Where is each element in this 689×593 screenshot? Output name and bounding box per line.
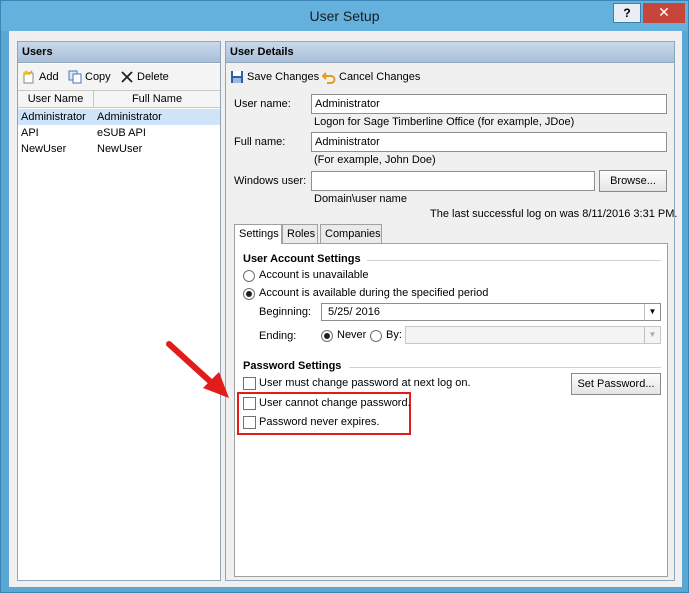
column-user-name[interactable]: User Name <box>18 91 94 108</box>
cell-full-name: Administrator <box>97 111 162 123</box>
cell-full-name: NewUser <box>97 143 143 155</box>
must-change-password-checkbox[interactable] <box>243 377 256 390</box>
save-changes-button[interactable]: Save Changes <box>230 69 319 85</box>
tab-companies[interactable]: Companies <box>320 224 382 243</box>
beginning-date-picker[interactable]: 5/25/ 2016 ▼ <box>321 303 661 321</box>
delete-label: Delete <box>137 71 169 83</box>
title-bar[interactable]: User Setup ? ✕ <box>1 1 688 31</box>
section-divider <box>349 367 661 368</box>
user-setup-window: User Setup ? ✕ Users Add Copy Delete Use… <box>0 0 689 593</box>
set-password-button[interactable]: Set Password... <box>571 373 661 395</box>
add-icon <box>23 70 34 84</box>
help-button[interactable]: ? <box>613 3 641 23</box>
tab-settings[interactable]: Settings <box>234 224 282 244</box>
details-toolbar: Save Changes Cancel Changes <box>226 64 674 90</box>
ending-label: Ending: <box>259 330 297 342</box>
chevron-down-icon[interactable]: ▼ <box>644 327 660 343</box>
username-hint: Logon for Sage Timberline Office (for ex… <box>314 116 575 128</box>
cancel-changes-label: Cancel Changes <box>339 71 421 83</box>
windows-user-hint: Domain\user name <box>314 193 407 205</box>
password-never-expires-checkbox[interactable] <box>243 416 256 429</box>
chevron-down-icon[interactable]: ▼ <box>644 304 660 320</box>
cancel-changes-button[interactable]: Cancel Changes <box>322 69 420 85</box>
users-panel: Users Add Copy Delete User Name Full Nam… <box>17 41 221 581</box>
add-label: Add <box>39 71 59 83</box>
ending-by-label: By: <box>386 329 402 341</box>
username-label: User name: <box>234 98 291 110</box>
password-never-expires-label: Password never expires. <box>259 416 380 428</box>
save-icon <box>231 71 243 84</box>
client-area: Users Add Copy Delete User Name Full Nam… <box>9 31 682 587</box>
close-button[interactable]: ✕ <box>643 3 685 23</box>
cannot-change-password-label: User cannot change password. <box>259 397 411 409</box>
fullname-input[interactable]: Administrator <box>311 132 667 152</box>
windows-user-label: Windows user: <box>234 175 307 187</box>
ending-date-picker[interactable]: ▼ <box>405 326 661 344</box>
cell-full-name: eSUB API <box>97 127 146 139</box>
undo-icon <box>322 72 336 85</box>
settings-tab-content: User Account Settings Account is unavail… <box>234 243 668 577</box>
beginning-date-value: 5/25/ 2016 <box>328 306 380 318</box>
window-title: User Setup <box>309 8 380 24</box>
add-user-button[interactable]: Add <box>22 69 59 85</box>
user-details-panel: User Details Save Changes Cancel Changes… <box>225 41 678 581</box>
column-full-name[interactable]: Full Name <box>94 91 220 108</box>
table-row[interactable]: Administrator Administrator <box>18 109 220 125</box>
ending-by-radio[interactable] <box>370 330 382 342</box>
account-available-period-radio[interactable] <box>243 288 255 300</box>
cell-user-name: API <box>21 127 39 139</box>
cell-user-name: NewUser <box>21 143 67 155</box>
save-changes-label: Save Changes <box>247 71 320 83</box>
windows-user-input[interactable] <box>311 171 595 191</box>
copy-label: Copy <box>85 71 111 83</box>
table-row[interactable]: API eSUB API <box>18 125 220 141</box>
copy-icon <box>68 70 82 84</box>
beginning-label: Beginning: <box>259 306 311 318</box>
account-unavailable-radio[interactable] <box>243 270 255 282</box>
details-tabs: Settings Roles Companies <box>234 224 668 244</box>
section-divider <box>367 260 661 261</box>
username-input[interactable]: Administrator <box>311 94 667 114</box>
fullname-label: Full name: <box>234 136 286 148</box>
users-panel-title: Users <box>18 42 220 63</box>
account-unavailable-label: Account is unavailable <box>259 269 369 281</box>
ending-never-radio[interactable] <box>321 330 333 342</box>
copy-user-button[interactable]: Copy <box>68 69 111 85</box>
tab-roles[interactable]: Roles <box>282 224 318 243</box>
browse-button[interactable]: Browse... <box>599 170 667 192</box>
cannot-change-password-checkbox[interactable] <box>243 397 256 410</box>
delete-icon <box>121 71 133 83</box>
users-grid-header: User Name Full Name <box>18 90 220 108</box>
account-available-period-label: Account is available during the specifie… <box>259 287 489 299</box>
must-change-password-label: User must change password at next log on… <box>259 377 471 389</box>
cell-user-name: Administrator <box>21 111 86 123</box>
users-toolbar: Add Copy Delete <box>18 64 220 90</box>
ending-never-label: Never <box>337 329 367 341</box>
delete-user-button[interactable]: Delete <box>120 69 169 85</box>
annotation-arrow-icon <box>166 341 229 398</box>
details-panel-title: User Details <box>226 42 674 63</box>
last-logon-status: The last successful log on was 8/11/2016… <box>430 208 678 220</box>
password-settings-heading: Password Settings <box>243 360 342 372</box>
table-row[interactable]: NewUser NewUser <box>18 141 220 157</box>
user-account-settings-heading: User Account Settings <box>243 253 361 265</box>
fullname-hint: (For example, John Doe) <box>314 154 436 166</box>
